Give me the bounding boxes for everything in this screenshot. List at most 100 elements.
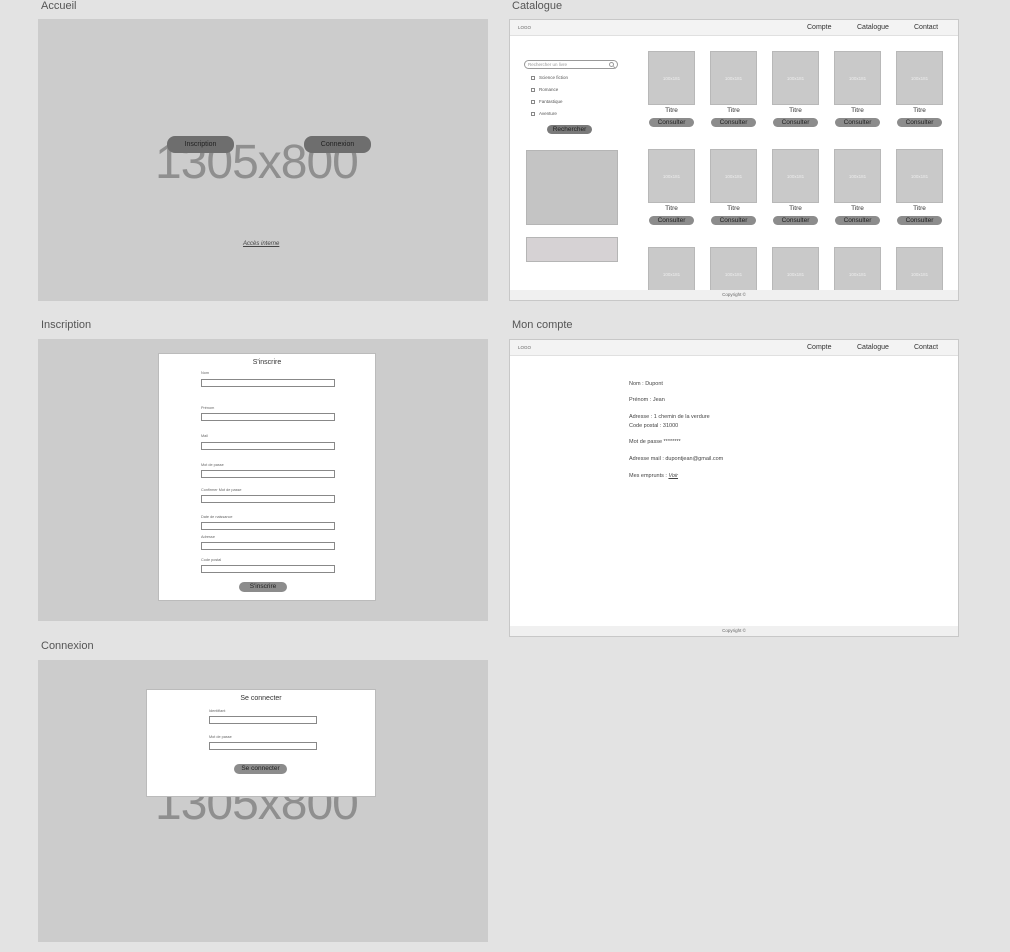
prenom-field[interactable] bbox=[201, 413, 335, 421]
sidebar-image bbox=[526, 150, 618, 225]
address-field[interactable] bbox=[201, 542, 335, 550]
book-thumbnail[interactable]: 100x181 bbox=[648, 247, 695, 291]
login-button[interactable]: Se connecter bbox=[234, 764, 287, 774]
form-title: Se connecter bbox=[240, 695, 282, 702]
postal-code-field[interactable] bbox=[201, 565, 335, 573]
consult-button[interactable]: Consulter bbox=[711, 118, 756, 127]
field-label: Nom bbox=[201, 371, 210, 375]
logo: LOGO bbox=[518, 25, 532, 30]
book-search-input[interactable]: Rechercher un livre bbox=[524, 60, 618, 69]
genre-checkbox[interactable]: Science fiction bbox=[531, 75, 568, 81]
birthdate-field[interactable] bbox=[201, 522, 335, 530]
field-label: Mot de passe bbox=[209, 735, 232, 739]
password-field[interactable] bbox=[201, 470, 335, 478]
signup-button[interactable]: S'inscrire bbox=[239, 582, 287, 592]
book-thumbnail[interactable]: 100x181 bbox=[710, 51, 757, 105]
nom-field[interactable] bbox=[201, 379, 335, 387]
artboard-catalogue: LOGO Compte Catalogue Contact Rechercher… bbox=[509, 19, 959, 301]
book-thumbnail[interactable]: 100x181 bbox=[772, 51, 819, 105]
emprunts-label: Mes emprunts : bbox=[629, 473, 667, 479]
book-title: Titre bbox=[665, 107, 678, 114]
login-form: Se connecter Identifiant Mot de passe Se… bbox=[146, 689, 376, 797]
frame-label-inscription: Inscription bbox=[41, 319, 92, 331]
book-title: Titre bbox=[913, 205, 926, 212]
search-button[interactable]: Rechercher bbox=[547, 125, 592, 134]
footer: Copyright © bbox=[510, 626, 958, 636]
identifiant-field[interactable] bbox=[209, 716, 317, 724]
confirm-password-field[interactable] bbox=[201, 495, 335, 503]
emprunts-voir-link[interactable]: Voir bbox=[668, 473, 678, 479]
field-label: Adresse bbox=[201, 535, 215, 539]
book-thumbnail[interactable]: 100x181 bbox=[834, 247, 881, 291]
genre-label: Science fiction bbox=[539, 75, 569, 80]
password-field[interactable] bbox=[209, 742, 317, 750]
genre-checkbox[interactable]: Fantastique bbox=[531, 99, 563, 105]
mail-field[interactable] bbox=[201, 442, 335, 450]
book-title: Titre bbox=[851, 107, 864, 114]
nav-contact[interactable]: Contact bbox=[914, 344, 938, 351]
nav-contact[interactable]: Contact bbox=[914, 24, 938, 31]
consult-button[interactable]: Consulter bbox=[897, 216, 942, 225]
consult-button[interactable]: Consulter bbox=[835, 118, 880, 127]
book-thumbnail[interactable]: 100x181 bbox=[834, 149, 881, 203]
checkbox-icon bbox=[531, 111, 535, 116]
book-thumbnail[interactable]: 100x181 bbox=[710, 247, 757, 291]
consult-button[interactable]: Consulter bbox=[773, 118, 818, 127]
internal-access-link[interactable]: Accès interne bbox=[243, 241, 279, 247]
frame-label-catalogue: Catalogue bbox=[512, 0, 563, 12]
checkbox-icon bbox=[531, 75, 535, 80]
book-thumbnail[interactable]: 100x181 bbox=[648, 149, 695, 203]
field-label: Prénom bbox=[201, 406, 215, 410]
book-title: Titre bbox=[727, 107, 740, 114]
field-label: Date de naissance bbox=[201, 515, 233, 519]
book-thumbnail[interactable]: 100x181 bbox=[896, 247, 943, 291]
book-thumbnail[interactable]: 100x181 bbox=[772, 247, 819, 291]
top-nav: LOGO Compte Catalogue Contact bbox=[510, 340, 958, 356]
nav-compte[interactable]: Compte bbox=[807, 344, 832, 351]
consult-button[interactable]: Consulter bbox=[897, 118, 942, 127]
info-emprunts: Mes emprunts : Voir bbox=[629, 473, 678, 479]
genre-checkbox[interactable]: Romance bbox=[531, 87, 558, 93]
field-label: Confirmer Mot de passe bbox=[201, 488, 242, 492]
nav-catalogue[interactable]: Catalogue bbox=[857, 24, 889, 31]
consult-button[interactable]: Consulter bbox=[773, 216, 818, 225]
book-thumbnail[interactable]: 100x181 bbox=[896, 149, 943, 203]
consult-button[interactable]: Consulter bbox=[835, 216, 880, 225]
search-placeholder: Rechercher un livre bbox=[528, 62, 568, 67]
inscription-button[interactable]: Inscription bbox=[167, 136, 234, 153]
info-mot-de-passe: Mot de passe ******** bbox=[629, 439, 681, 445]
logo: LOGO bbox=[518, 345, 532, 350]
consult-button[interactable]: Consulter bbox=[711, 216, 756, 225]
info-mail: Adresse mail : dupontjean@gmail.com bbox=[629, 456, 724, 462]
genre-label: Aventure bbox=[539, 111, 557, 116]
book-thumbnail[interactable]: 100x181 bbox=[834, 51, 881, 105]
nav-catalogue[interactable]: Catalogue bbox=[857, 344, 889, 351]
nav-compte[interactable]: Compte bbox=[807, 24, 832, 31]
field-label: Identifiant bbox=[209, 709, 226, 713]
book-thumbnail[interactable]: 100x181 bbox=[896, 51, 943, 105]
consult-button[interactable]: Consulter bbox=[649, 216, 694, 225]
book-grid: 100x181 Titre Consulter 100x181 Titre Consult… bbox=[640, 45, 950, 291]
consult-button[interactable]: Consulter bbox=[649, 118, 694, 127]
book-thumbnail[interactable]: 100x181 bbox=[648, 51, 695, 105]
genre-label: Romance bbox=[539, 87, 559, 92]
frame-label-connexion: Connexion bbox=[41, 640, 94, 652]
field-label: Mot de passe bbox=[201, 463, 224, 467]
info-code-postal: Code postal : 31000 bbox=[629, 423, 679, 429]
checkbox-icon bbox=[531, 87, 535, 92]
book-thumbnail[interactable]: 100x181 bbox=[710, 149, 757, 203]
genre-checkbox[interactable]: Aventure bbox=[531, 111, 557, 117]
book-thumbnail[interactable]: 100x181 bbox=[772, 149, 819, 203]
form-title: S'inscrire bbox=[252, 359, 282, 366]
signup-form: S'inscrire Nom Prénom Mail Mot de passe … bbox=[158, 353, 376, 601]
connexion-button[interactable]: Connexion bbox=[304, 136, 371, 153]
checkbox-icon bbox=[531, 99, 535, 104]
artboard-inscription: S'inscrire Nom Prénom Mail Mot de passe … bbox=[38, 339, 488, 621]
artboard-compte: LOGO Compte Catalogue Contact Nom : Dupo… bbox=[509, 339, 959, 637]
top-nav: LOGO Compte Catalogue Contact bbox=[510, 20, 958, 36]
genre-label: Fantastique bbox=[539, 99, 563, 104]
artboard-connexion: 1305x800 Se connecter Identifiant Mot de… bbox=[38, 660, 488, 942]
field-label: Code postal bbox=[201, 558, 222, 562]
sidebar-box bbox=[526, 237, 618, 262]
book-title: Titre bbox=[727, 205, 740, 212]
